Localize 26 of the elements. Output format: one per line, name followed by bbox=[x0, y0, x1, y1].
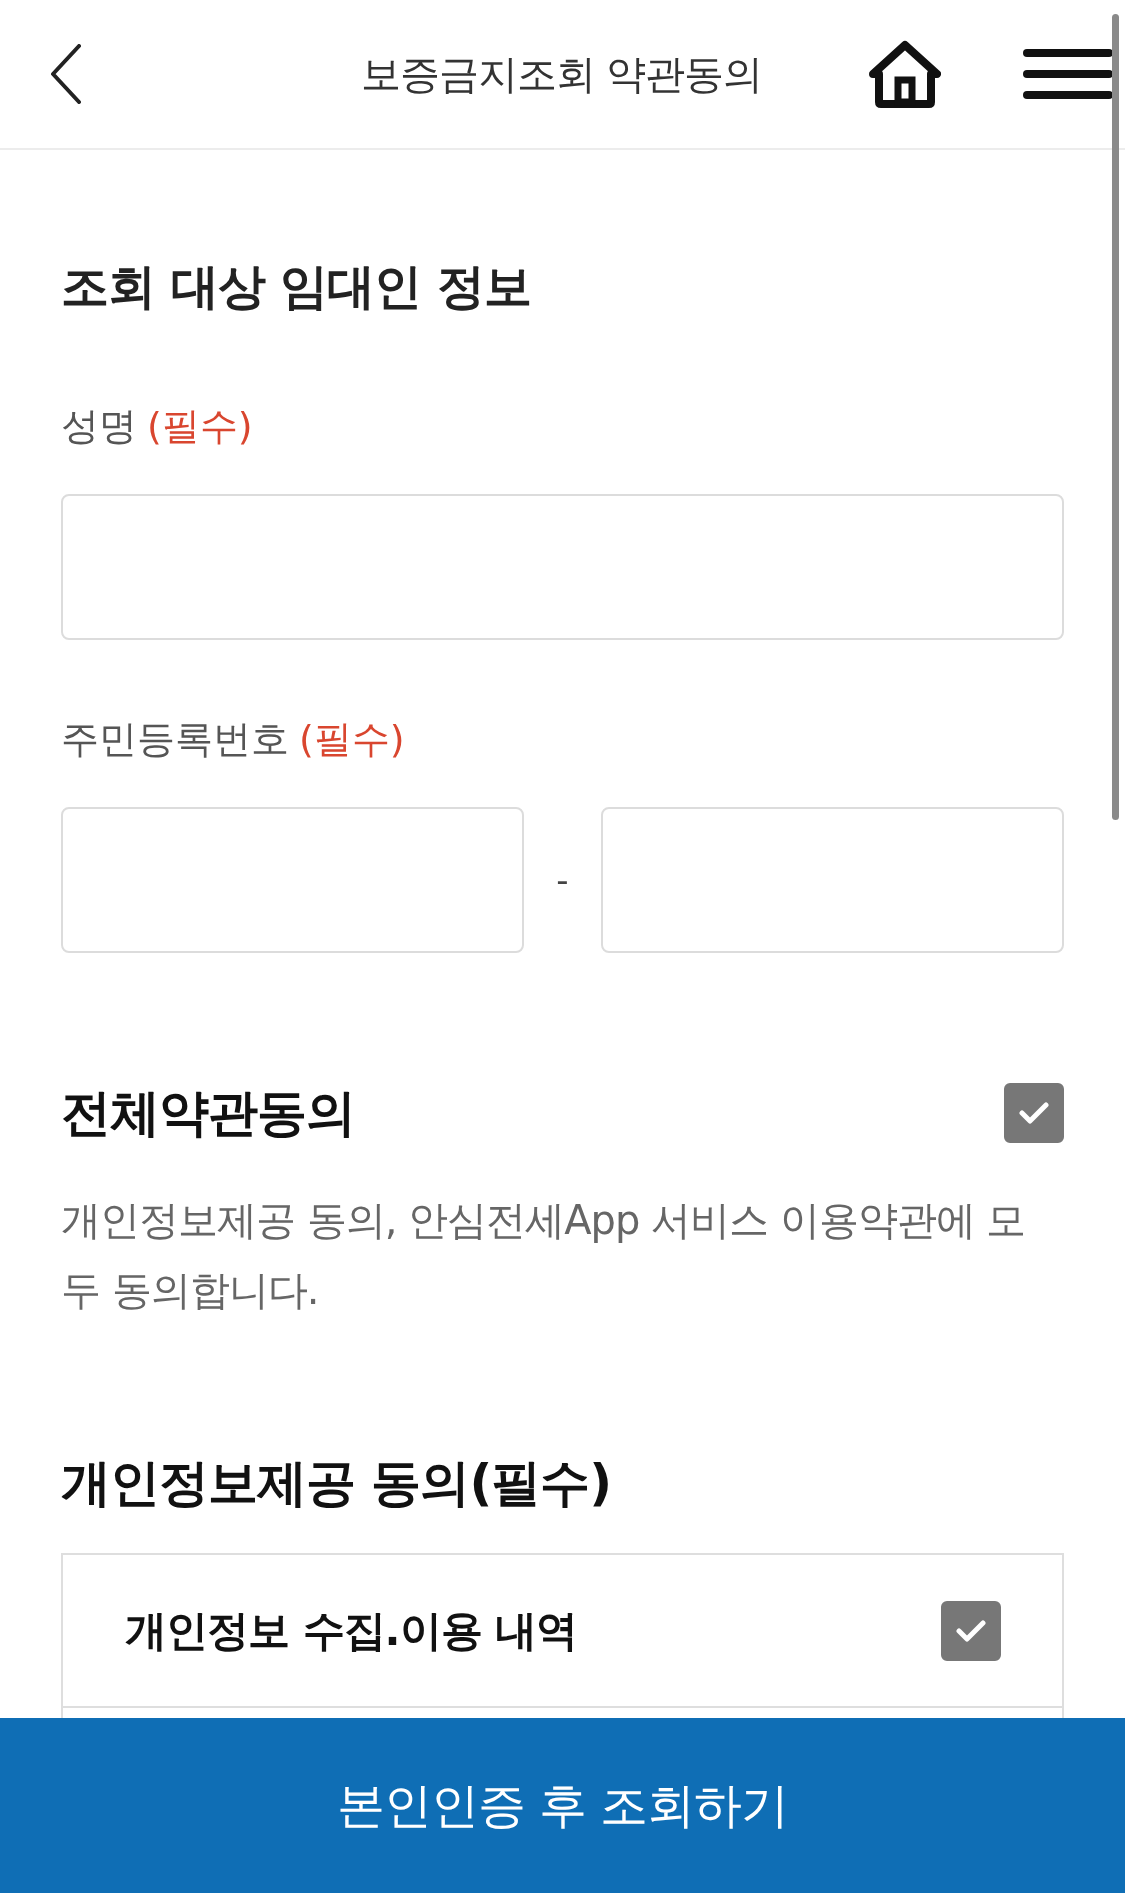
agreement-item-label[interactable]: 개인정보 수집.이용 내역 bbox=[125, 1602, 578, 1659]
menu-button[interactable] bbox=[1023, 49, 1113, 99]
checkmark-icon bbox=[956, 1619, 986, 1642]
field-label: 성명 bbox=[61, 403, 137, 450]
required-tag: (필수) bbox=[299, 713, 405, 765]
scrollbar-thumb[interactable] bbox=[1112, 14, 1119, 820]
back-chevron-icon bbox=[50, 44, 82, 104]
menu-icon bbox=[1023, 49, 1113, 99]
checkmark-icon bbox=[1019, 1102, 1049, 1124]
section-title: 조회 대상 임대인 정보 bbox=[61, 257, 533, 316]
home-button[interactable] bbox=[869, 40, 941, 108]
input-field[interactable] bbox=[61, 807, 524, 953]
separator-dash: - bbox=[555, 860, 570, 900]
field-label: 주민등록번호 bbox=[61, 716, 289, 763]
required-tag: (필수) bbox=[147, 400, 253, 452]
agree-description: 개인정보제공 동의, 안심전세App 서비스 이용약관에 모두 동의합니다. bbox=[61, 1196, 1027, 1315]
input-field[interactable] bbox=[601, 807, 1064, 953]
input-field[interactable] bbox=[61, 494, 1064, 640]
checkbox[interactable] bbox=[941, 1600, 1001, 1661]
agree-all-title: 전체약관동의 bbox=[61, 1083, 355, 1144]
checkbox[interactable] bbox=[1004, 1083, 1064, 1143]
home-icon bbox=[869, 40, 941, 108]
section-title: 개인정보제공 동의(필수) bbox=[61, 1453, 613, 1514]
back-button[interactable] bbox=[48, 42, 84, 106]
verify-and-search-button[interactable]: 본인인증 후 조회하기 bbox=[0, 1718, 1125, 1893]
page-title: 보증금지조회 약관동의 bbox=[359, 49, 764, 99]
